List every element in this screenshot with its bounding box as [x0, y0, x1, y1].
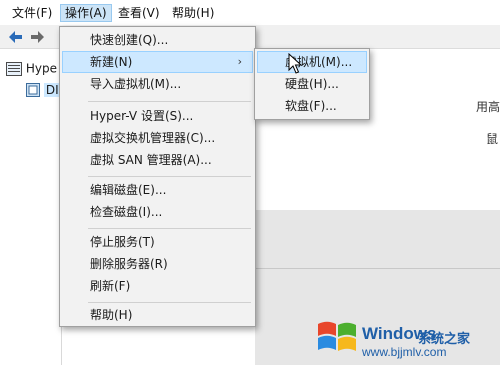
menu-item-help[interactable]: 帮助(H) [62, 304, 253, 326]
menu-item-refresh[interactable]: 刷新(F) [62, 275, 253, 297]
menu-separator [88, 302, 251, 303]
action-menu: 快速创建(Q)... 新建(N) › 导入虚拟机(M)... Hyper-V 设… [59, 26, 256, 327]
tree-item-hyperv-manager[interactable]: Hype [6, 59, 57, 77]
menu-file[interactable]: 文件(F) [8, 4, 56, 22]
windows-logo-icon [318, 321, 356, 351]
menu-item-stop-service[interactable]: 停止服务(T) [62, 231, 253, 253]
menu-item-virtual-san-manager[interactable]: 虚拟 SAN 管理器(A)... [62, 149, 253, 171]
menu-item-new[interactable]: 新建(N) › [62, 51, 253, 73]
tree-item-label: Hype [25, 61, 57, 76]
hyperv-manager-icon [6, 61, 22, 76]
pane-divider [255, 268, 500, 269]
forward-arrow-icon[interactable] [29, 29, 45, 45]
mouse-cursor-icon [288, 53, 302, 74]
menu-bar: 文件(F) 操作(A) 查看(V) 帮助(H) [0, 0, 500, 25]
menu-item-virtual-switch-manager[interactable]: 虚拟交换机管理器(C)... [62, 127, 253, 149]
menu-separator [88, 101, 251, 102]
menu-item-inspect-disk[interactable]: 检查磁盘(I)... [62, 201, 253, 223]
background-text: 用高 [476, 100, 500, 114]
new-submenu: 虚拟机(M)... 硬盘(H)... 软盘(F)... [254, 48, 370, 120]
tree-pane: Hype DI [0, 50, 62, 365]
menu-item-import-vm[interactable]: 导入虚拟机(M)... [62, 73, 253, 95]
menu-view[interactable]: 查看(V) [114, 4, 164, 22]
tree-item-server[interactable]: DI [26, 80, 61, 98]
menu-item-hard-disk[interactable]: 硬盘(H)... [257, 73, 367, 95]
menu-action[interactable]: 操作(A) [60, 4, 112, 22]
menu-item-quick-create[interactable]: 快速创建(Q)... [62, 29, 253, 51]
menu-item-edit-disk[interactable]: 编辑磁盘(E)... [62, 179, 253, 201]
watermark: Windows 系统之家 www.bjjmlv.com [312, 314, 500, 362]
menu-separator [88, 176, 251, 177]
menu-item-hyperv-settings[interactable]: Hyper-V 设置(S)... [62, 105, 253, 127]
watermark-url: www.bjjmlv.com [362, 345, 447, 359]
submenu-arrow-icon: › [237, 55, 242, 68]
menu-item-virtual-machine[interactable]: 虚拟机(M)... [257, 51, 367, 73]
menu-item-remove-server[interactable]: 删除服务器(R) [62, 253, 253, 275]
menu-help[interactable]: 帮助(H) [168, 4, 218, 22]
background-text: 鼠 [486, 132, 499, 146]
back-arrow-icon[interactable] [8, 29, 24, 45]
menu-item-floppy-disk[interactable]: 软盘(F)... [257, 95, 367, 117]
menu-item-label: 新建(N) [90, 55, 133, 69]
server-icon [26, 82, 40, 97]
menu-separator [88, 228, 251, 229]
